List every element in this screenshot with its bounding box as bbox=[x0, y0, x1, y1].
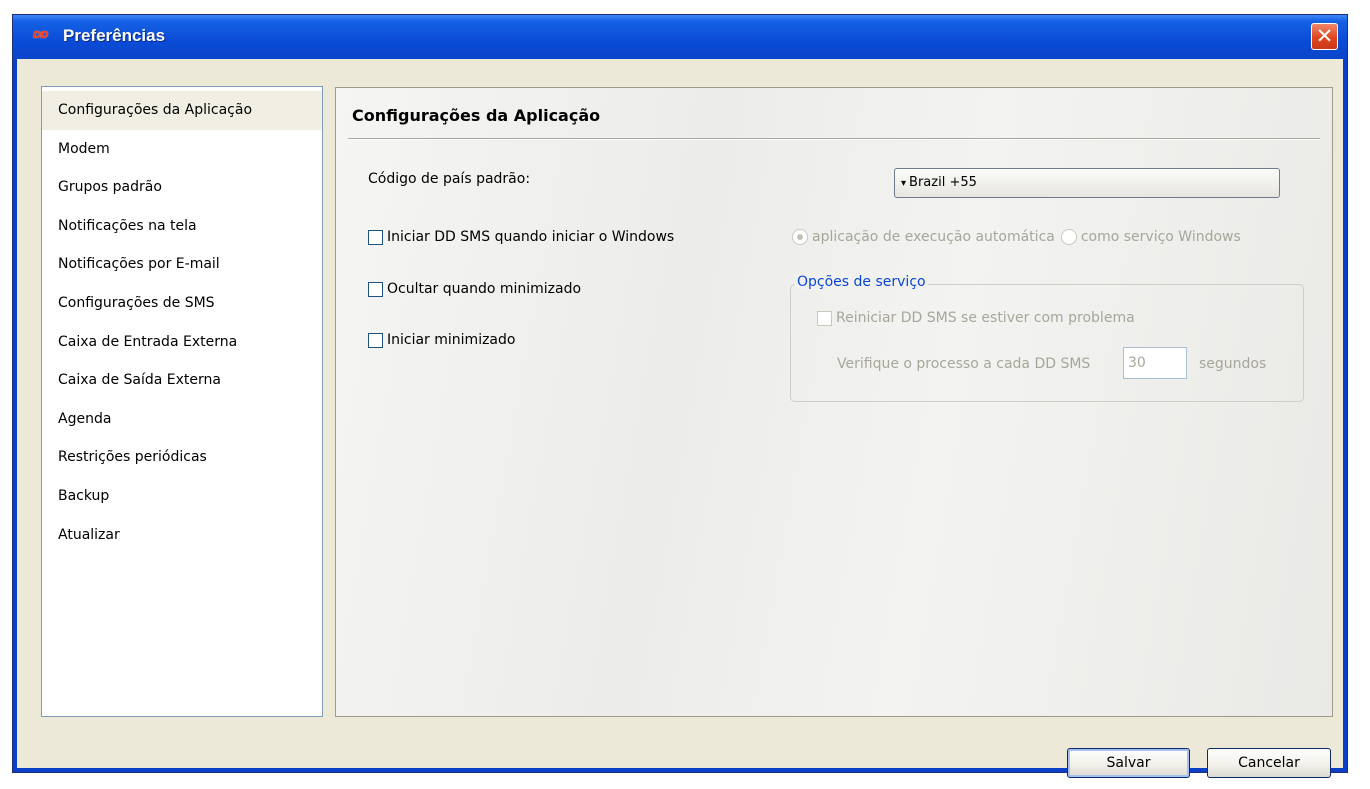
sidebar-item-external-outbox[interactable]: Caixa de Saída Externa bbox=[42, 361, 322, 400]
service-options-group: Opções de serviço Reiniciar DD SMS se es… bbox=[790, 274, 1304, 402]
country-code-value: Brazil +55 bbox=[909, 175, 977, 190]
sidebar-item-app-settings[interactable]: Configurações da Aplicação bbox=[42, 91, 322, 130]
hide-minimized-row[interactable]: Ocultar quando minimizado bbox=[368, 281, 581, 297]
start-minimized-label: Iniciar minimizado bbox=[387, 332, 516, 348]
run-mode-auto-label: aplicação de execução automática bbox=[812, 229, 1055, 245]
restart-on-problem-label: Reiniciar DD SMS se estiver com problema bbox=[836, 310, 1135, 326]
seconds-label: segundos bbox=[1199, 356, 1267, 372]
app-logo-icon: DD bbox=[33, 30, 49, 41]
sidebar-item-backup[interactable]: Backup bbox=[42, 477, 322, 516]
section-title: Configurações da Aplicação bbox=[352, 106, 601, 125]
start-minimized-checkbox[interactable] bbox=[368, 332, 383, 348]
sidebar-item-modem[interactable]: Modem bbox=[42, 130, 322, 169]
run-mode-auto-radio[interactable] bbox=[792, 229, 808, 245]
check-interval-label: Verifique o processo a cada DD SMS bbox=[837, 356, 1091, 372]
sidebar-item-sms-settings[interactable]: Configurações de SMS bbox=[42, 284, 322, 323]
settings-panel: Configurações da Aplicação Código de paí… bbox=[335, 87, 1333, 717]
start-with-windows-checkbox[interactable] bbox=[368, 229, 383, 245]
hide-minimized-label: Ocultar quando minimizado bbox=[387, 281, 582, 297]
restart-on-problem-checkbox[interactable] bbox=[817, 310, 832, 326]
start-with-windows-row[interactable]: Iniciar DD SMS quando iniciar o Windows bbox=[368, 229, 674, 245]
cancel-button[interactable]: Cancelar bbox=[1207, 748, 1331, 778]
country-code-label: Código de país padrão: bbox=[368, 171, 531, 187]
chevron-down-icon: ▾ bbox=[901, 178, 907, 189]
window-client-area: Configurações da Aplicação Modem Grupos … bbox=[17, 59, 1343, 778]
check-interval-input[interactable]: 30 bbox=[1123, 347, 1187, 379]
sidebar-item-periodic-restrictions[interactable]: Restrições periódicas bbox=[42, 438, 322, 477]
start-with-windows-label: Iniciar DD SMS quando iniciar o Windows bbox=[387, 229, 675, 245]
sidebar-item-email-notifications[interactable]: Notificações por E-mail bbox=[42, 245, 322, 284]
restart-on-problem-row[interactable]: Reiniciar DD SMS se estiver com problema bbox=[817, 310, 1135, 326]
run-mode-service-label: como serviço Windows bbox=[1080, 229, 1241, 245]
run-mode-service-radio[interactable] bbox=[1060, 229, 1077, 245]
country-code-select[interactable]: ▾ Brazil +55 bbox=[894, 168, 1280, 198]
sidebar-item-external-inbox[interactable]: Caixa de Entrada Externa bbox=[42, 323, 322, 362]
run-mode-group: aplicação de execução automática como se… bbox=[792, 229, 1241, 245]
service-options-legend: Opções de serviço bbox=[795, 274, 928, 290]
start-minimized-row[interactable]: Iniciar minimizado bbox=[368, 332, 515, 348]
sidebar-nav: Configurações da Aplicação Modem Grupos … bbox=[41, 86, 323, 717]
window-title: Preferências bbox=[63, 26, 166, 45]
close-icon: ✕ bbox=[1315, 24, 1334, 48]
save-button[interactable]: Salvar bbox=[1067, 748, 1190, 778]
hide-minimized-checkbox[interactable] bbox=[368, 281, 383, 297]
close-button[interactable]: ✕ bbox=[1311, 23, 1338, 50]
preferences-window: DD Preferências ✕ Configurações da Aplic… bbox=[12, 14, 1348, 778]
section-divider bbox=[348, 138, 1320, 140]
sidebar-item-update[interactable]: Atualizar bbox=[42, 516, 322, 555]
sidebar-item-default-groups[interactable]: Grupos padrão bbox=[42, 168, 322, 207]
sidebar-item-schedule[interactable]: Agenda bbox=[42, 400, 322, 439]
title-bar[interactable]: DD Preferências ✕ bbox=[13, 15, 1347, 59]
sidebar-item-screen-notifications[interactable]: Notificações na tela bbox=[42, 207, 322, 246]
